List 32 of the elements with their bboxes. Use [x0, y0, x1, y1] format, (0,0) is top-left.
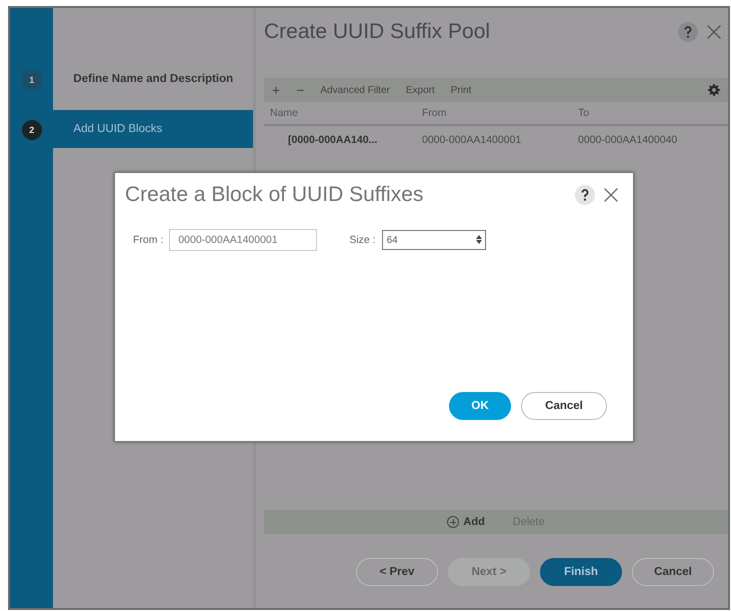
field-label: From : — [133, 234, 164, 246]
toolbar-export-button[interactable]: Export — [406, 84, 435, 96]
column-header[interactable]: To — [572, 107, 728, 119]
dialog-button[interactable]: Cancel — [521, 392, 607, 420]
toolbar-remove-button[interactable]: − — [296, 82, 304, 98]
spinner-arrows-icon[interactable] — [476, 235, 482, 244]
settings-icon[interactable] — [708, 84, 720, 96]
toolbar-filter-button[interactable]: Advanced Filter — [320, 84, 390, 96]
step-number: 1 — [22, 70, 42, 90]
table-cell-text: [0000-000AA140... — [287, 134, 378, 146]
close-icon[interactable] — [706, 24, 722, 40]
wizard-button[interactable]: Finish — [540, 558, 622, 586]
table-cell-text: 0000-000AA1400001 — [421, 134, 522, 146]
column-header[interactable]: Name — [264, 107, 416, 119]
dialog-title: Create a Block of UUID Suffixes — [125, 183, 424, 207]
wizard-step[interactable]: Define Name and Description — [53, 60, 253, 98]
wizard-button[interactable]: Cancel — [632, 558, 714, 586]
size-field[interactable]: 64 — [382, 230, 486, 250]
column-header[interactable]: From — [416, 107, 572, 119]
toolbar-add-button[interactable]: + — [272, 82, 280, 98]
dialog-button[interactable]: OK — [449, 392, 511, 420]
wizard-step[interactable]: Add UUID Blocks — [53, 110, 253, 148]
step-number: 2 — [22, 120, 42, 140]
close-icon[interactable] — [603, 187, 619, 203]
wizard-button[interactable]: < Prev — [356, 558, 438, 586]
wizard-title: Create UUID Suffix Pool — [264, 20, 492, 44]
toolbar-print-button[interactable]: Print — [450, 84, 472, 96]
help-icon[interactable] — [575, 185, 595, 205]
from-field[interactable]: 0000-000AA1400001 — [169, 229, 318, 251]
table-cell-text: 0000-000AA1400040 — [577, 134, 678, 146]
add-button[interactable]: Add — [447, 516, 485, 528]
field-label: Size : — [349, 234, 376, 246]
